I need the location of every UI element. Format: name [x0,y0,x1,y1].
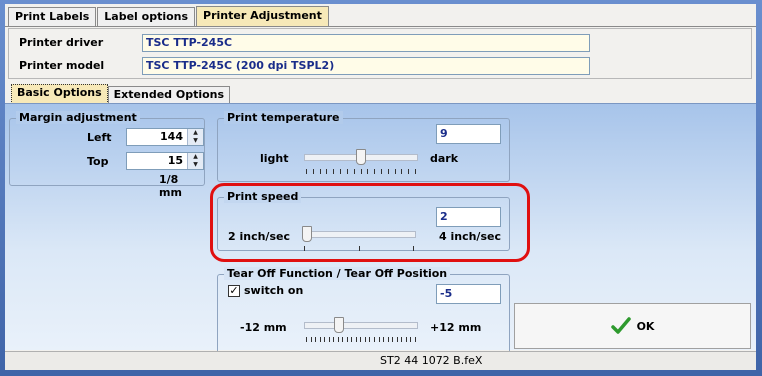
main-tabs: Print Labels Label options Printer Adjus… [8,6,330,28]
temperature-slider-thumb[interactable] [356,149,366,165]
tear-off-title: Tear Off Function / Tear Off Position [224,267,451,280]
tear-off-max-label: +12 mm [430,321,482,334]
status-bar: ST2 44 1072 B.feX [5,351,756,370]
tab-extended-options[interactable]: Extended Options [107,86,231,104]
top-margin-spinner[interactable]: ▲ ▼ [187,153,203,169]
basic-options-panel: Margin adjustment Left 144 ▲ ▼ Top 15 ▲ … [5,103,756,354]
tabstrip-divider [5,26,756,27]
printer-model-label: Printer model [19,59,105,72]
ok-label: OK [636,319,655,333]
printer-info-panel: Printer driver TSC TTP-245C Printer mode… [8,28,752,79]
tab-printer-adjustment[interactable]: Printer Adjustment [196,6,329,27]
temperature-value-field[interactable]: 9 [436,124,501,144]
tear-off-value-field[interactable]: -5 [436,284,501,304]
printer-driver-field[interactable]: TSC TTP-245C [142,34,590,52]
status-text: ST2 44 1072 B.feX [380,354,483,367]
left-margin-value: 144 [160,130,183,143]
spin-up-icon[interactable]: ▲ [187,129,203,137]
margin-unit-label: 1/8 mm [159,173,182,199]
tab-print-labels[interactable]: Print Labels [8,7,97,27]
spin-down-icon[interactable]: ▼ [187,137,203,145]
tear-off-min-label: -12 mm [240,321,287,334]
print-temperature-group: Print temperature 9 light dark [217,111,510,182]
top-margin-input[interactable]: 15 ▲ ▼ [126,152,204,170]
switch-on-checkbox[interactable]: ✓ [228,285,240,297]
tear-off-slider-track[interactable] [304,322,418,329]
spin-down-icon[interactable]: ▼ [187,161,203,169]
tab-label-options[interactable]: Label options [97,7,196,27]
checkmark-icon [610,317,631,334]
window: Print Labels Label options Printer Adjus… [0,0,762,376]
tab-basic-options[interactable]: Basic Options [11,84,108,104]
dialog-body: Print Labels Label options Printer Adjus… [5,4,756,370]
temperature-max-label: dark [430,152,459,165]
printer-model-field[interactable]: TSC TTP-245C (200 dpi TSPL2) [142,57,590,75]
temperature-ticks [306,169,416,175]
print-temperature-title: Print temperature [224,111,343,124]
margin-adjustment-group: Margin adjustment Left 144 ▲ ▼ Top 15 ▲ … [9,111,205,199]
top-margin-value: 15 [167,154,183,167]
tear-off-slider-thumb[interactable] [334,317,345,333]
options-tabs: Basic Options Extended Options [11,84,231,104]
spin-up-icon[interactable]: ▲ [187,153,203,161]
left-margin-spinner[interactable]: ▲ ▼ [187,129,203,145]
left-margin-input[interactable]: 144 ▲ ▼ [126,128,204,146]
margin-adjustment-title: Margin adjustment [16,111,140,124]
highlight-annotation [210,183,530,262]
tear-off-group: Tear Off Function / Tear Off Position ✓ … [217,267,510,354]
left-label: Left [87,131,112,144]
tear-off-ticks [306,337,416,343]
temperature-min-label: light [260,152,289,165]
switch-on-label: switch on [244,284,304,297]
printer-driver-label: Printer driver [19,36,104,49]
ok-button[interactable]: OK [514,303,751,349]
top-label: Top [87,155,109,168]
